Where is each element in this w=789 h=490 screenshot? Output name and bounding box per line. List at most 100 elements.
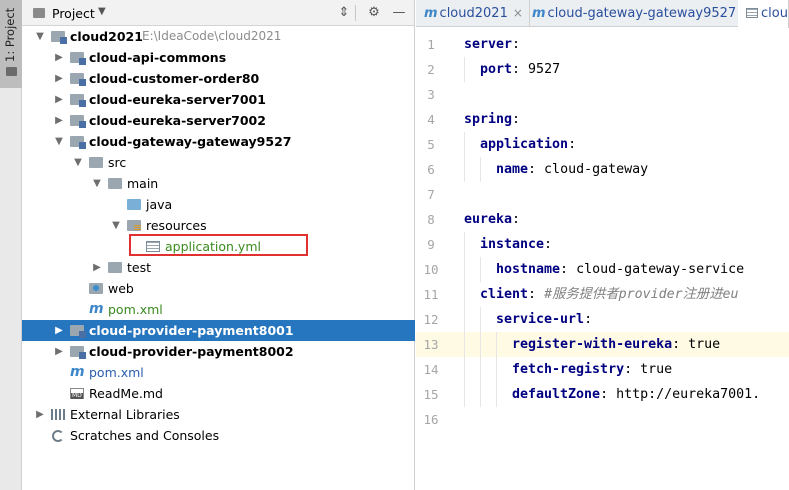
code-line: service-url:	[464, 307, 789, 332]
code-line: register-with-eureka: true	[464, 332, 789, 357]
chevron-right-icon[interactable]: ▶	[53, 89, 65, 110]
editor-tab[interactable]: mcloud-gateway-gateway9527×	[524, 0, 759, 27]
yaml-key: name	[496, 162, 529, 177]
chevron-right-icon[interactable]: ▶	[34, 404, 46, 425]
chevron-down-icon[interactable]: ▼	[72, 152, 84, 173]
tree-row[interactable]: ▶ External Libraries	[22, 404, 415, 425]
tree-item-label: cloud-api-commons	[89, 50, 227, 65]
editor-tab-bar: mcloud2021×mcloud-gateway-gateway9527×cl…	[416, 0, 789, 28]
hide-panel-icon[interactable]: —	[390, 4, 408, 22]
chevron-down-icon[interactable]: ▼	[34, 26, 46, 47]
chevron-down-icon[interactable]: ▼	[91, 173, 103, 194]
yaml-value: true	[680, 337, 721, 352]
java-source-folder-icon	[127, 199, 141, 210]
line-number: 1	[427, 37, 435, 52]
yaml-key: register-with-eureka	[512, 337, 673, 352]
indent-guide	[496, 357, 497, 382]
chevron-right-icon[interactable]: ▶	[53, 47, 65, 68]
yaml-key: service-url	[496, 312, 585, 327]
indent-guide	[464, 307, 465, 332]
yaml-key: port	[480, 62, 513, 77]
libraries-icon	[51, 409, 65, 420]
indent-guide	[464, 57, 465, 82]
tree-item-label: cloud2021	[70, 29, 143, 44]
tree-row[interactable]: ▼ cloud-gateway-gateway9527	[22, 131, 415, 152]
yaml-separator: :	[544, 237, 553, 252]
tree-row[interactable]: Scratches and Consoles	[22, 425, 415, 446]
line-number: 7	[427, 187, 435, 202]
yaml-key: instance	[480, 237, 545, 252]
close-icon[interactable]: ×	[513, 6, 523, 20]
yaml-separator: :	[584, 312, 593, 327]
code-line: application:	[464, 132, 789, 157]
code-line: hostname: cloud-gateway-service	[464, 257, 789, 282]
chevron-down-icon[interactable]: ▼	[110, 215, 122, 236]
chevron-right-icon[interactable]: ▶	[53, 320, 65, 341]
tree-row[interactable]: ReadMe.md	[22, 383, 415, 404]
line-number: 13	[423, 337, 439, 352]
tree-item-label: External Libraries	[70, 407, 180, 422]
tree-row[interactable]: ▼ main	[22, 173, 415, 194]
tree-row[interactable]: m pom.xml	[22, 362, 415, 383]
indent-guide	[464, 257, 465, 282]
tree-row[interactable]: ▼ cloud2021 E:\IdeaCode\cloud2021	[22, 26, 415, 47]
chevron-right-icon[interactable]: ▶	[53, 68, 65, 89]
tree-row[interactable]: m pom.xml	[22, 299, 415, 320]
line-number: 8	[427, 212, 435, 227]
gear-icon[interactable]: ⚙	[365, 4, 383, 22]
tree-item-label: cloud-eureka-server7001	[89, 92, 266, 107]
tree-row[interactable]: ▶ cloud-provider-payment8001	[22, 320, 415, 341]
code-line: server:	[464, 32, 789, 57]
line-number: 2	[427, 62, 435, 77]
editor-tab[interactable]: clou	[738, 0, 789, 28]
project-panel: Project ▼ ⇕ ⚙ — ▼ cloud2021 E:\IdeaCode\cl…	[22, 0, 415, 490]
tree-item-label: cloud-provider-payment8002	[89, 344, 294, 359]
tree-row[interactable]: java	[22, 194, 415, 215]
chevron-down-icon[interactable]: ▼	[53, 131, 65, 152]
tree-item-label: pom.xml	[108, 302, 163, 317]
tree-item-label: cloud-eureka-server7002	[89, 113, 266, 128]
maven-icon: m	[424, 6, 438, 21]
tree-row[interactable]: ▶ cloud-api-commons	[22, 47, 415, 68]
code-text-area[interactable]: server: port: 9527 spring: application: name…	[464, 32, 789, 432]
collapse-all-icon[interactable]: ⇕	[335, 4, 353, 22]
chevron-right-icon[interactable]: ▶	[53, 341, 65, 362]
chevron-right-icon[interactable]: ▶	[53, 110, 65, 131]
tree-row[interactable]: ▶ cloud-customer-order80	[22, 68, 415, 89]
markdown-file-icon	[70, 388, 84, 399]
editor-area: mcloud2021×mcloud-gateway-gateway9527×cl…	[416, 0, 789, 490]
project-tool-tab[interactable]: 1: Project	[0, 0, 22, 88]
code-line: name: cloud-gateway	[464, 157, 789, 182]
line-number: 12	[423, 312, 439, 327]
yaml-key: hostname	[496, 262, 561, 277]
tree-row[interactable]: ▼ src	[22, 152, 415, 173]
code-line: port: 9527	[464, 57, 789, 82]
yaml-key: fetch-registry	[512, 362, 625, 377]
tree-item-label: cloud-customer-order80	[89, 71, 260, 86]
yaml-separator: :	[512, 112, 521, 127]
tree-row[interactable]: ▶ cloud-provider-payment8002	[22, 341, 415, 362]
yaml-key: spring	[464, 112, 513, 127]
module-folder-icon	[70, 94, 86, 107]
tree-item-label: resources	[146, 218, 207, 233]
chevron-down-icon[interactable]: ▼	[98, 6, 106, 17]
yaml-key: client	[480, 287, 529, 302]
tree-row[interactable]: web	[22, 278, 415, 299]
tree-row[interactable]: ▶ cloud-eureka-server7001	[22, 89, 415, 110]
project-view-selector[interactable]: Project	[52, 6, 95, 21]
tree-row[interactable]: ▶ cloud-eureka-server7002	[22, 110, 415, 131]
yaml-separator: :	[512, 62, 521, 77]
editor-tab[interactable]: m cloud2021 ×	[416, 0, 530, 27]
indent-guide	[480, 257, 481, 282]
project-path: E:\IdeaCode\cloud2021	[142, 29, 282, 43]
module-folder-icon	[70, 325, 86, 338]
indent-guide	[464, 157, 465, 182]
tree-row[interactable]: ▼ resources	[22, 215, 415, 236]
tree-row[interactable]: application.yml	[22, 234, 415, 257]
tree-row[interactable]: ▶ test	[22, 257, 415, 278]
tree-item-label: ReadMe.md	[89, 386, 163, 401]
code-line: defaultZone: http://eureka7001.	[464, 382, 789, 407]
chevron-right-icon[interactable]: ▶	[91, 257, 103, 278]
code-line: client: #服务提供者provider注册进eu	[464, 282, 789, 307]
